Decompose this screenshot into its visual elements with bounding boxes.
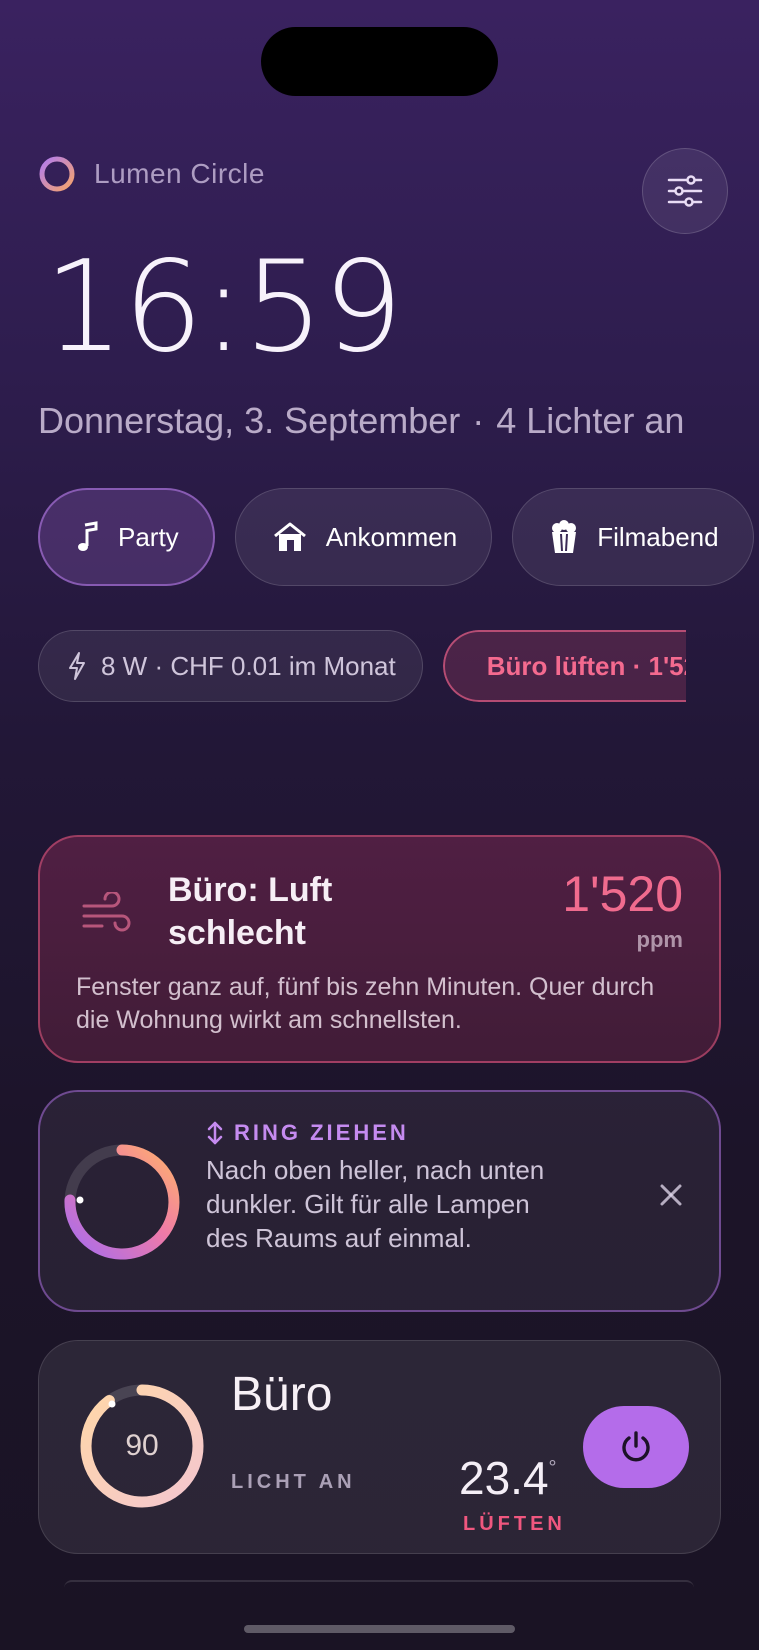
room-power-button[interactable]	[583, 1406, 689, 1488]
air-quality-alert-card[interactable]: Büro: Luft schlecht 1'520 ppm Fenster ga…	[38, 835, 721, 1063]
sliders-icon	[667, 175, 703, 207]
hint-label: RING ZIEHEN	[206, 1120, 409, 1146]
power-usage-chip[interactable]: 8 W · CHF 0.01 im Monat	[38, 630, 423, 702]
temperature-value: 23.4	[459, 1452, 549, 1504]
status-line: Donnerstag, 3. September · 4 Lichter an	[38, 400, 684, 442]
close-hint-button[interactable]	[654, 1178, 688, 1212]
ventilate-chip[interactable]: Büro lüften · 1'520 ppm	[442, 630, 686, 702]
clock-time: 16:59	[44, 233, 403, 380]
chip-row: 8 W · CHF 0.01 im Monat Büro lüften · 1'…	[38, 630, 686, 702]
brand-ring-icon	[39, 156, 75, 192]
bolt-icon	[69, 652, 85, 680]
temperature-unit: °	[548, 1457, 557, 1479]
scene-row: Party Ankommen Filmabend	[38, 488, 754, 586]
settings-button[interactable]	[642, 148, 728, 234]
hint-text: Nach oben heller, nach unten dunkler. Gi…	[206, 1155, 545, 1253]
close-icon	[660, 1184, 682, 1206]
room-temperature: 23.4°	[459, 1451, 557, 1505]
room-card-buero[interactable]: 90 Büro LICHT AN 23.4° LÜFTEN	[38, 1340, 721, 1554]
alert-title: Büro: Luft schlecht	[168, 871, 333, 952]
brand-name: Lumen Circle	[94, 158, 265, 189]
ventilate-chip-label: Büro lüften · 1'520 ppm	[486, 650, 686, 681]
hint-label-text: RING ZIEHEN	[234, 1120, 409, 1145]
scene-filmabend-button[interactable]: Filmabend	[512, 488, 754, 586]
room-name: Büro	[231, 1368, 333, 1421]
alert-description: Fenster ganz auf, fünf bis zehn Minuten.…	[76, 973, 655, 1034]
power-icon	[622, 1431, 650, 1462]
co2-value: 1'520	[562, 866, 683, 922]
scene-label: Filmabend	[597, 521, 719, 552]
brightness-ring-demo-icon	[64, 1144, 180, 1260]
scene-label: Ankommen	[325, 521, 458, 552]
power-usage-label: 8 W · CHF 0.01 im Monat	[101, 650, 396, 681]
separator: ·	[472, 400, 485, 441]
arrow-up-down-icon	[207, 1121, 223, 1145]
date-text: Donnerstag, 3. September	[38, 400, 461, 441]
popcorn-icon	[552, 520, 577, 553]
room-light-status: LICHT AN	[231, 1471, 356, 1493]
brightness-level: 90	[125, 1429, 159, 1462]
scene-label: Party	[118, 521, 179, 552]
house-icon	[273, 522, 306, 551]
co2-unit: ppm	[636, 927, 683, 952]
music-note-icon	[78, 521, 98, 551]
scene-ankommen-button[interactable]: Ankommen	[234, 488, 493, 586]
brand: Lumen Circle	[38, 155, 265, 193]
wind-icon	[82, 892, 131, 932]
lights-on-text: 4 Lichter an	[496, 400, 685, 441]
alert-chip-clip: Büro lüften · 1'520 ppm	[442, 630, 686, 702]
scene-party-button[interactable]: Party	[38, 488, 215, 586]
next-room-card-edge	[64, 1580, 694, 1588]
room-action-hint: LÜFTEN	[463, 1513, 566, 1535]
ring-hint-card: RING ZIEHEN Nach oben heller, nach unten…	[38, 1090, 721, 1312]
home-indicator[interactable]	[244, 1625, 515, 1633]
dynamic-island	[261, 27, 498, 96]
